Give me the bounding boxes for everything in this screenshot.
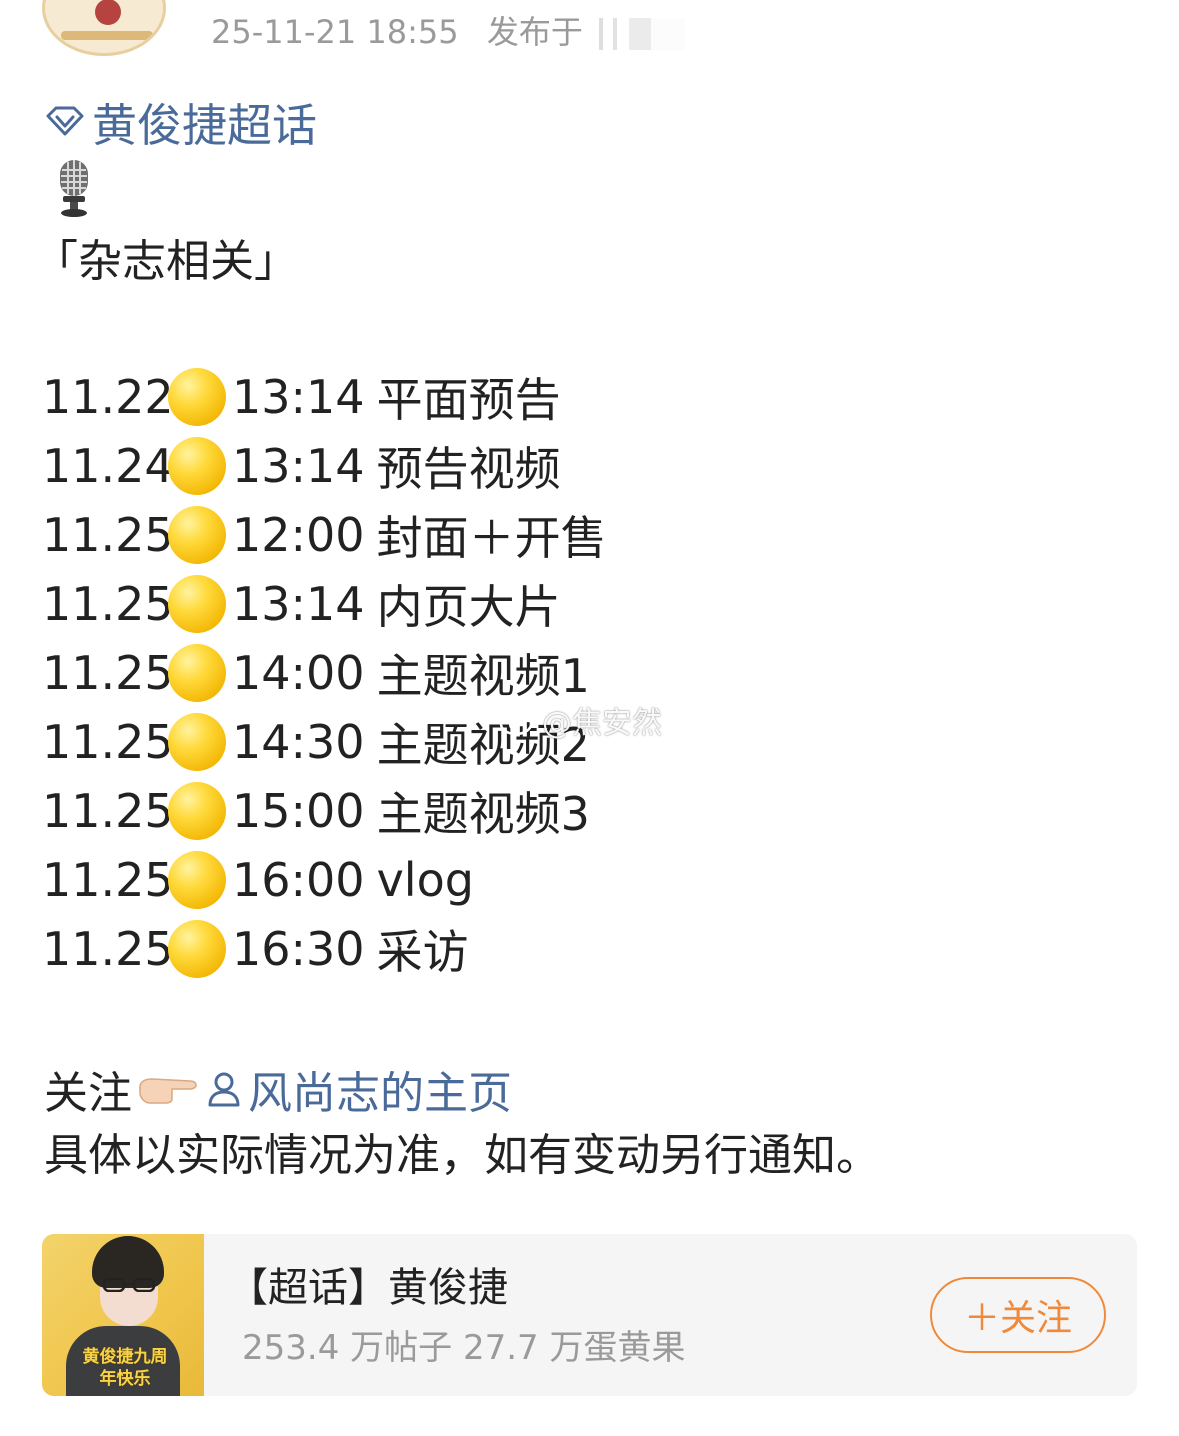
schedule-event: 预告视频 xyxy=(376,441,561,496)
schedule-time: 16:00 xyxy=(232,852,365,907)
follow-button-label: ＋关注 xyxy=(963,1298,1072,1339)
schedule-item: 11.25 16:30 采访 xyxy=(42,914,607,983)
schedule-date: 11.25 xyxy=(42,783,174,838)
yellow-circle-icon xyxy=(168,919,226,978)
schedule-date: 11.25 xyxy=(42,507,174,562)
schedule-event: 采访 xyxy=(376,924,469,979)
avatar-ribbon xyxy=(61,31,153,40)
yellow-circle-icon xyxy=(168,643,226,702)
published-prefix: 发布于 xyxy=(486,13,583,51)
post-timestamp: 25-11-21 18:55 xyxy=(211,13,459,51)
thumbnail-caption: 黄俊捷九周年快乐 xyxy=(82,1347,168,1389)
yellow-circle-icon xyxy=(168,574,226,633)
super-topic-link[interactable]: 黄俊捷超话 xyxy=(44,92,317,152)
schedule-event: 内页大片 xyxy=(376,579,561,634)
avatar-figure xyxy=(95,0,121,25)
yellow-circle-icon xyxy=(168,436,226,495)
schedule-time: 13:14 xyxy=(232,369,365,424)
schedule-item: 11.25 13:14 内页大片 xyxy=(42,569,607,638)
yellow-circle-icon xyxy=(168,505,226,564)
follow-button[interactable]: ＋关注 xyxy=(930,1277,1106,1353)
profile-link-label: 风尚志的主页 xyxy=(248,1068,512,1119)
schedule-date: 11.25 xyxy=(42,645,174,700)
schedule-time: 14:30 xyxy=(232,714,365,769)
schedule-time: 14:00 xyxy=(232,645,365,700)
super-topic-label: 黄俊捷超话 xyxy=(92,98,318,152)
glasses-icon xyxy=(102,1278,156,1292)
schedule-date: 11.25 xyxy=(42,576,174,631)
schedule-time: 12:00 xyxy=(232,507,365,562)
profile-link[interactable]: 风尚志的主页 xyxy=(204,1057,512,1121)
schedule-time: 13:14 xyxy=(232,576,365,631)
schedule-item: 11.25 12:00 封面＋开售 xyxy=(42,500,607,569)
schedule-date: 11.25 xyxy=(42,852,174,907)
avatar[interactable] xyxy=(42,0,166,56)
schedule-item: 11.22 13:14 平面预告 xyxy=(42,362,607,431)
schedule-event: 平面预告 xyxy=(376,372,561,427)
super-topic-stats: 253.4 万帖子 27.7 万蛋黄果 xyxy=(242,1328,686,1368)
section-title: 「杂志相关」 xyxy=(34,236,298,287)
follow-prefix: 关注 xyxy=(44,1068,132,1119)
post-note: 具体以实际情况为准，如有变动另行通知。 xyxy=(44,1130,880,1181)
weibo-logo-icon xyxy=(499,704,540,736)
schedule-event: 主题视频3 xyxy=(376,786,590,841)
schedule-time: 16:30 xyxy=(232,921,365,976)
yellow-circle-icon xyxy=(168,850,226,909)
microphone-icon xyxy=(60,160,88,217)
user-icon xyxy=(208,1072,240,1107)
schedule-item: 11.25 15:00 主题视频3 xyxy=(42,776,607,845)
pointing-hand-icon xyxy=(139,1078,197,1104)
watermark-text: @焦安然 xyxy=(542,706,662,741)
yellow-circle-icon xyxy=(168,712,226,771)
schedule-date: 11.24 xyxy=(42,438,174,493)
post-meta: 25-11-21 18:55 发布于 xyxy=(211,10,685,54)
watermark: @焦安然 xyxy=(498,700,662,741)
schedule-date: 11.25 xyxy=(42,921,174,976)
schedule-item: 11.24 13:14 预告视频 xyxy=(42,431,607,500)
schedule-item: 11.25 14:00 主题视频1 xyxy=(42,638,607,707)
schedule-item: 11.25 16:00 vlog xyxy=(42,845,607,914)
schedule-time: 13:14 xyxy=(232,438,365,493)
schedule-list: 11.22 13:14 平面预告 11.24 13:14 预告视频 11.25 … xyxy=(42,362,607,983)
super-topic-thumbnail: 黄俊捷九周年快乐 xyxy=(42,1234,204,1396)
schedule-event: 封面＋开售 xyxy=(376,510,607,565)
diamond-icon xyxy=(46,106,84,136)
super-topic-card[interactable]: 黄俊捷九周年快乐 【超话】黄俊捷 253.4 万帖子 27.7 万蛋黄果 ＋关注 xyxy=(42,1234,1137,1396)
schedule-event: 主题视频1 xyxy=(376,648,590,703)
schedule-time: 15:00 xyxy=(232,783,365,838)
yellow-circle-icon xyxy=(168,781,226,840)
schedule-date: 11.22 xyxy=(42,369,174,424)
schedule-date: 11.25 xyxy=(42,714,174,769)
schedule-event: vlog xyxy=(376,852,474,907)
follow-line: 关注 风尚志的主页 xyxy=(44,1057,512,1121)
super-topic-name: 【超话】黄俊捷 xyxy=(228,1265,508,1311)
location-text-obscured xyxy=(599,18,685,50)
yellow-circle-icon xyxy=(168,367,226,426)
